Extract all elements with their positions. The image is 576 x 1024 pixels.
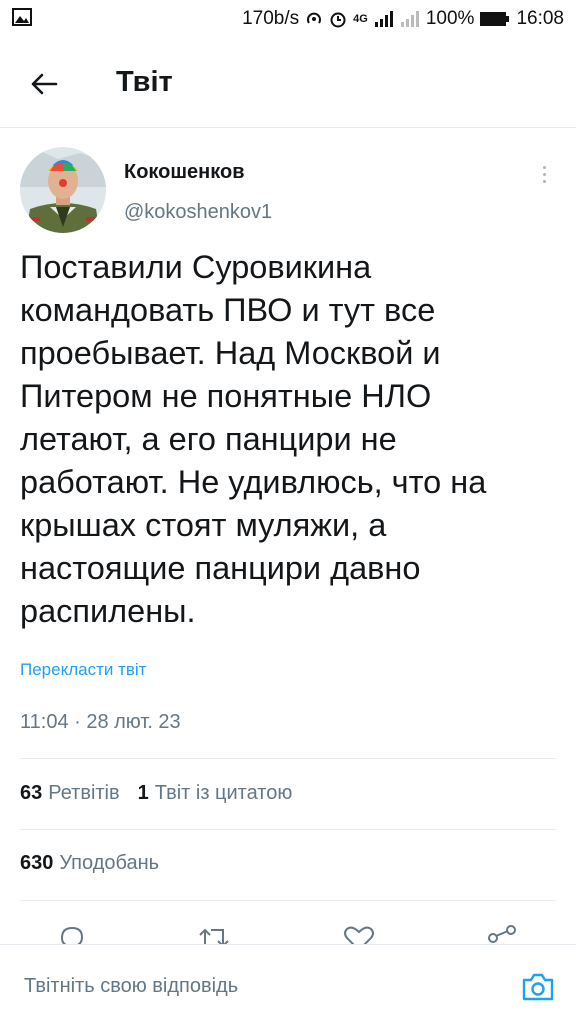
avatar[interactable] bbox=[20, 147, 106, 233]
retweets-label: Ретвітів bbox=[48, 782, 120, 804]
hotspot-icon bbox=[305, 10, 323, 28]
like-button[interactable] bbox=[339, 922, 379, 944]
reply-button[interactable] bbox=[52, 922, 92, 944]
share-button[interactable] bbox=[482, 922, 522, 944]
camera-icon bbox=[522, 973, 554, 1001]
back-button[interactable] bbox=[24, 64, 64, 104]
reply-input[interactable]: Твітніть свою відповідь bbox=[24, 975, 238, 998]
retweet-button[interactable] bbox=[194, 922, 234, 944]
likes-label: Уподобань bbox=[59, 852, 160, 874]
reply-icon bbox=[60, 926, 84, 944]
network-type: 4G bbox=[353, 13, 368, 25]
quotes-label: Твіт із цитатою bbox=[154, 782, 293, 804]
author-name[interactable]: Кокошенков bbox=[124, 161, 245, 184]
retweets-stat[interactable]: 63 Ретвітів bbox=[20, 782, 120, 805]
battery-percent: 100% bbox=[425, 8, 475, 29]
battery-icon bbox=[480, 11, 510, 27]
quotes-count: 1 bbox=[137, 782, 149, 804]
retweets-count: 63 bbox=[20, 782, 43, 804]
alarm-icon bbox=[329, 10, 347, 28]
author-handle[interactable]: @kokoshenkov1 bbox=[124, 201, 272, 224]
tweet-actions bbox=[0, 918, 576, 944]
share-icon bbox=[488, 925, 516, 943]
translate-tweet-link[interactable]: Перекласти твіт bbox=[20, 660, 146, 680]
more-options-button[interactable] bbox=[532, 158, 556, 190]
signal-secondary-icon bbox=[400, 11, 420, 27]
app-header: Твіт bbox=[0, 40, 576, 128]
retweet-icon bbox=[199, 928, 229, 944]
more-vertical-icon bbox=[542, 165, 546, 169]
like-icon bbox=[344, 926, 374, 944]
divider bbox=[20, 758, 556, 759]
likes-count: 630 bbox=[20, 852, 54, 874]
quotes-stat[interactable]: 1 Твіт із цитатою bbox=[138, 782, 293, 805]
clock: 16:08 bbox=[516, 8, 564, 29]
divider bbox=[20, 829, 556, 830]
gallery-notification-icon bbox=[12, 8, 32, 31]
arrow-left-icon bbox=[31, 73, 58, 95]
page-title: Твіт bbox=[116, 66, 173, 98]
camera-button[interactable] bbox=[518, 967, 558, 1007]
tweet-text: Поставили Суровикина командовать ПВО и т… bbox=[20, 249, 487, 629]
status-bar: 170b/s 4G 100% 16:08 bbox=[0, 0, 576, 40]
network-speed: 170b/s bbox=[242, 8, 300, 29]
stats-row: 63 Ретвітів 1 Твіт із цитатою bbox=[20, 782, 310, 805]
tweet-timestamp: 11:04 · 28 лют. 23 bbox=[20, 711, 181, 733]
divider bbox=[20, 900, 556, 901]
signal-icon bbox=[374, 11, 394, 27]
reply-bar: Твітніть свою відповідь bbox=[0, 944, 576, 1024]
likes-stat[interactable]: 630 Уподобань bbox=[20, 852, 159, 875]
